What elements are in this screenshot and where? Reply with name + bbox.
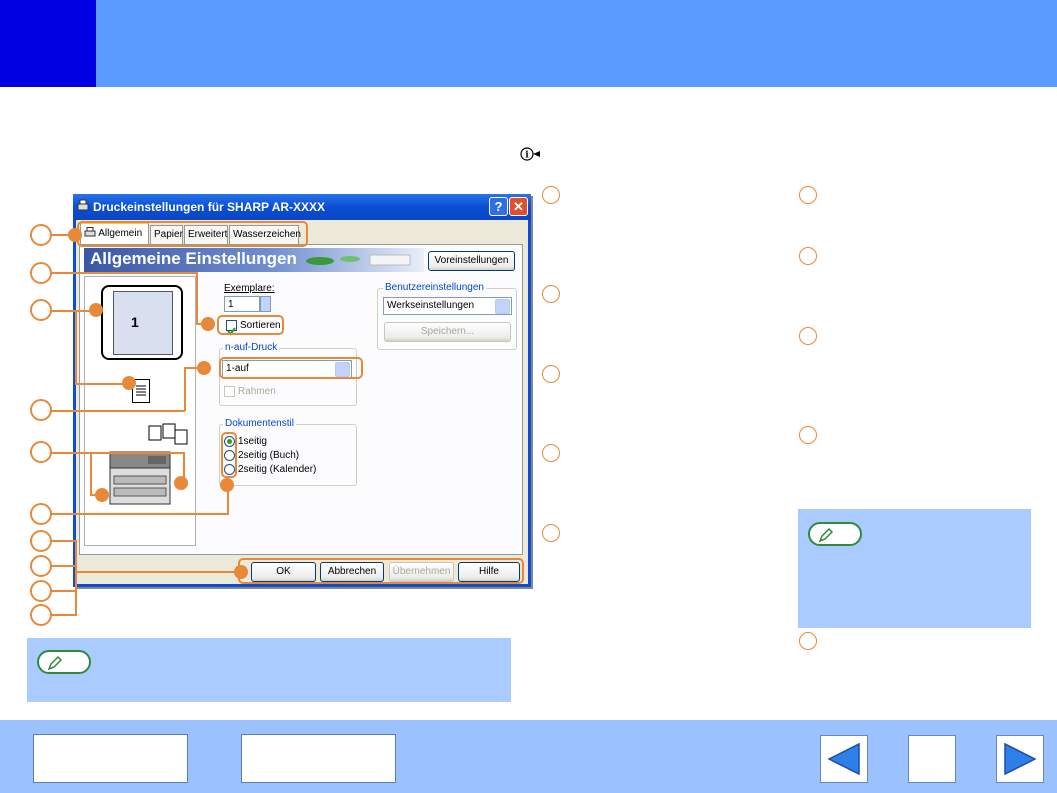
nup-group-label: n-auf-Druck — [223, 342, 280, 353]
callout-circle — [542, 444, 560, 462]
copies-spinner[interactable] — [260, 296, 271, 312]
callout-line — [75, 540, 77, 616]
footer-button-contents[interactable] — [33, 734, 188, 783]
callout-line — [90, 452, 92, 496]
right-arrow-icon — [1004, 742, 1037, 776]
callout-line — [51, 590, 76, 592]
chapter-marker — [0, 0, 96, 87]
callout-circle — [30, 399, 52, 421]
callout-circle — [30, 503, 52, 525]
callout-line — [75, 571, 238, 573]
svg-text:i: i — [525, 151, 529, 161]
callout-circle — [799, 186, 817, 204]
close-button[interactable]: ✕ — [509, 197, 528, 216]
callout-collate-frame — [217, 315, 284, 335]
defaults-button[interactable]: Voreinstellungen — [428, 251, 515, 271]
note-badge — [808, 522, 862, 546]
help-title-button[interactable]: ? — [489, 197, 508, 216]
callout-line — [75, 310, 77, 384]
doc-style-option: 1seitig — [238, 436, 267, 447]
callout-line — [51, 540, 76, 542]
pencil-icon — [47, 655, 63, 671]
printer-machine-icon — [108, 450, 174, 506]
callout-dot — [197, 361, 211, 375]
border-checkbox[interactable] — [224, 386, 235, 397]
callout-docstyle-frame — [221, 432, 237, 478]
page-sheet — [113, 291, 173, 355]
callout-buttons-frame — [238, 558, 524, 584]
callout-circle — [799, 426, 817, 444]
callout-circle — [30, 580, 52, 602]
callout-line — [196, 272, 198, 324]
doc-style-option: 2seitig (Kalender) — [238, 464, 317, 475]
footer-button-index[interactable] — [241, 734, 396, 783]
callout-circle — [30, 441, 52, 463]
user-settings-select[interactable]: Werkseinstellungen — [383, 297, 512, 315]
callout-line — [184, 367, 186, 411]
callout-circle — [799, 327, 817, 345]
callout-dot — [68, 228, 82, 242]
dialog-title: Druckeinstellungen für SHARP AR-XXXX — [93, 200, 326, 214]
left-arrow-icon — [827, 742, 860, 776]
callout-circle — [30, 262, 52, 284]
note-box-left — [27, 638, 511, 702]
callout-circle — [30, 299, 52, 321]
callout-circle — [542, 285, 560, 303]
callout-circle — [30, 604, 52, 626]
info-pointer-icon: i — [519, 146, 543, 162]
callout-line — [75, 383, 129, 385]
callout-dot — [174, 476, 188, 490]
prev-page-button[interactable] — [820, 735, 868, 783]
callout-circle — [542, 524, 560, 542]
duplex-pages-icon — [147, 420, 191, 446]
note-badge — [37, 650, 91, 674]
callout-dot — [122, 376, 136, 390]
back-button[interactable] — [908, 735, 956, 783]
callout-line — [51, 410, 185, 412]
dialog-titlebar: Druckeinstellungen für SHARP AR-XXXX ? ✕ — [73, 194, 531, 220]
callout-line — [51, 565, 76, 567]
pencil-icon — [818, 527, 834, 543]
callout-line — [51, 513, 229, 515]
copies-label: Exemplare: — [224, 283, 275, 294]
doc-style-option: 2seitig (Buch) — [238, 450, 300, 461]
callout-circle — [542, 365, 560, 383]
preview-page-number: 1 — [131, 314, 139, 330]
callout-dot — [89, 303, 103, 317]
callout-circle — [799, 632, 817, 650]
callout-circle — [30, 555, 52, 577]
callout-nup-frame — [219, 357, 363, 379]
save-settings-button[interactable]: Speichern... — [384, 322, 511, 342]
callout-line — [51, 452, 185, 454]
callout-tabs-frame — [77, 221, 308, 247]
banner-decoration — [300, 252, 420, 268]
callout-line — [51, 614, 76, 616]
callout-dot — [95, 488, 109, 502]
next-page-button[interactable] — [996, 735, 1044, 783]
callout-dot — [234, 565, 248, 579]
callout-circle — [799, 247, 817, 265]
callout-circle — [30, 530, 52, 552]
callout-dot — [220, 478, 234, 492]
user-settings-group-label: Benutzereinstellungen — [383, 282, 486, 293]
callout-circle — [542, 186, 560, 204]
page-header — [0, 0, 1057, 87]
callout-line — [51, 272, 197, 274]
border-label: Rahmen — [238, 386, 276, 397]
callout-dot — [201, 317, 215, 331]
printer-icon — [76, 199, 90, 213]
copies-input[interactable]: 1 — [224, 296, 260, 312]
callout-circle — [30, 224, 52, 246]
doc-style-group-label: Dokumentenstil — [223, 418, 296, 429]
chevron-down-icon — [495, 299, 510, 314]
